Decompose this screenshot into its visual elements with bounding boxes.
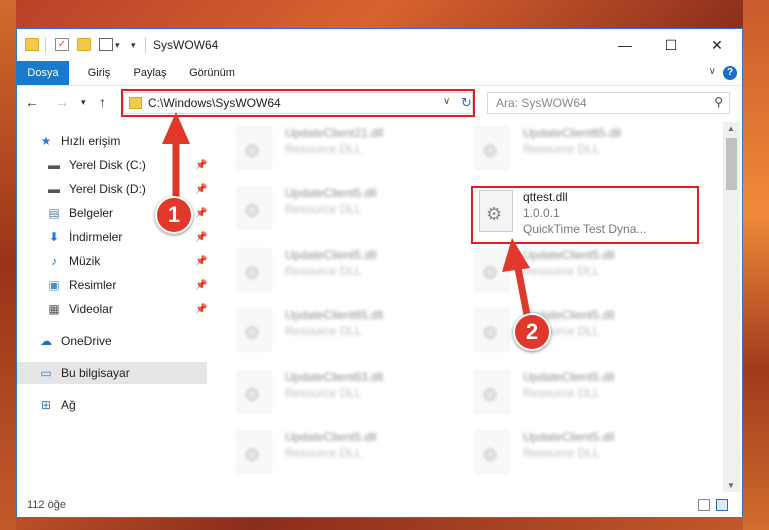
step-1-badge: 1 (155, 196, 193, 234)
step-2-badge: 2 (513, 313, 551, 351)
annotation-arrows (162, 112, 532, 321)
arrow-1-head (162, 112, 190, 144)
arrow-2-shaft (514, 267, 532, 321)
arrow-2-head (502, 238, 530, 272)
